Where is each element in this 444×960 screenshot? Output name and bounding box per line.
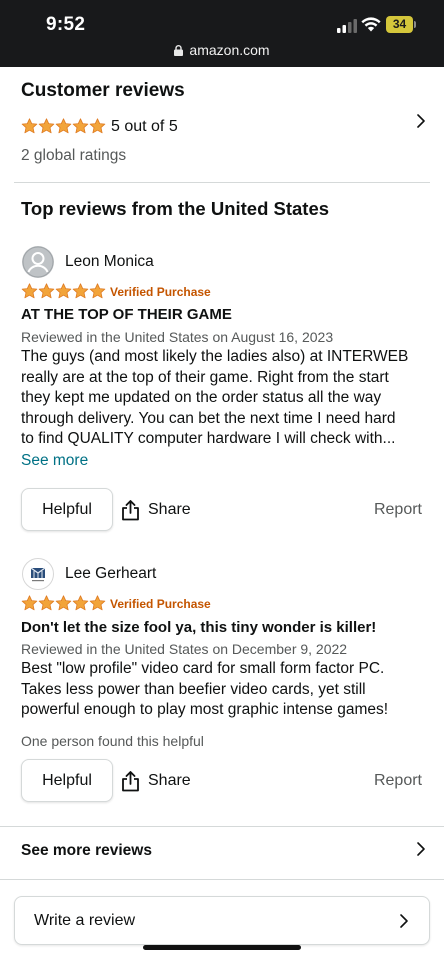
cell-signal-icon: [337, 19, 357, 33]
chevron-right-icon: [400, 914, 408, 928]
write-review-button[interactable]: Write a review: [14, 896, 430, 945]
star-icon: [55, 595, 72, 611]
chevron-right-icon[interactable]: [414, 113, 428, 129]
rating-text: 5 out of 5: [111, 118, 178, 135]
url-text: amazon.com: [189, 42, 270, 58]
default-avatar-icon: [22, 246, 54, 278]
helpful-count: One person found this helpful: [21, 733, 204, 749]
star-icon: [38, 595, 55, 611]
share-icon: [122, 500, 139, 521]
review-body: Best "low profile" video card for small …: [21, 659, 421, 721]
review-star-rating: [21, 283, 106, 299]
share-button[interactable]: Share: [121, 497, 191, 523]
share-label: Share: [148, 501, 191, 518]
home-indicator[interactable]: [143, 945, 301, 950]
helpful-button[interactable]: Helpful: [21, 488, 113, 531]
verified-purchase-badge: Verified Purchase: [110, 285, 211, 299]
star-icon: [21, 283, 38, 299]
star-icon: [55, 118, 72, 134]
avatar[interactable]: [22, 558, 54, 590]
see-more-link[interactable]: See more: [21, 452, 88, 470]
see-more-reviews-link[interactable]: See more reviews: [21, 842, 152, 860]
share-icon: [122, 771, 139, 792]
helpful-button[interactable]: Helpful: [21, 759, 113, 802]
divider: [0, 879, 444, 880]
share-label: Share: [148, 772, 191, 789]
star-icon: [38, 118, 55, 134]
status-time: 9:52: [46, 14, 86, 35]
review-date: Reviewed in the United States on Decembe…: [21, 641, 348, 657]
review-body-line: really are at the top of their game. Rig…: [21, 368, 389, 386]
write-review-label: Write a review: [34, 912, 136, 929]
avatar[interactable]: [22, 246, 54, 278]
battery-icon: 34: [386, 16, 416, 33]
review-body-line: The guys (and most likely the ladies als…: [21, 348, 409, 365]
review-title[interactable]: AT THE TOP OF THEIR GAME: [21, 306, 232, 323]
review-body-line: powerful enough to play most graphic int…: [21, 701, 389, 718]
review-body-line: they kept me updated on the order status…: [21, 389, 382, 406]
review-body: The guys (and most likely the ladies als…: [21, 347, 421, 450]
divider: [0, 826, 444, 827]
report-link[interactable]: Report: [374, 772, 422, 790]
star-icon: [72, 118, 89, 134]
star-icon: [89, 595, 106, 611]
review-date: Reviewed in the United States on August …: [21, 329, 334, 345]
star-icon: [89, 118, 106, 134]
report-link[interactable]: Report: [374, 501, 422, 519]
star-icon: [89, 283, 106, 299]
customer-reviews-heading: Customer reviews: [21, 80, 185, 101]
chevron-right-icon[interactable]: [414, 841, 428, 857]
review-body-line: Best "low profile" video card for small …: [21, 660, 385, 677]
lock-icon: [174, 45, 184, 56]
star-icon: [38, 283, 55, 299]
review-star-rating: [21, 595, 106, 611]
divider: [14, 182, 430, 183]
top-reviews-heading: Top reviews from the United States: [21, 198, 330, 219]
review-title[interactable]: Don't let the size fool ya, this tiny wo…: [21, 619, 376, 636]
verified-purchase-badge: Verified Purchase: [110, 597, 211, 611]
global-ratings-count: 2 global ratings: [21, 147, 127, 164]
wifi-icon: [361, 17, 381, 32]
reviewer-name[interactable]: Lee Gerheart: [65, 565, 156, 583]
review-body-line: to find QUALITY computer hardware I will…: [21, 430, 396, 447]
reviewer-name[interactable]: Leon Monica: [65, 253, 154, 271]
summary-star-rating: [21, 118, 106, 134]
battery-level: 34: [386, 16, 413, 33]
star-icon: [21, 118, 38, 134]
star-icon: [72, 283, 89, 299]
review-body-line: through delivery. You can bet the next t…: [21, 409, 396, 427]
address-bar[interactable]: amazon.com: [0, 42, 444, 58]
star-icon: [21, 595, 38, 611]
review-body-line: Takes less power than beefier video card…: [21, 680, 366, 698]
share-button[interactable]: Share: [121, 768, 191, 794]
star-icon: [55, 283, 72, 299]
reviewer-avatar-logo-icon: [30, 567, 46, 582]
status-bar: 9:52 34 amazon.com: [0, 0, 444, 67]
star-icon: [72, 595, 89, 611]
